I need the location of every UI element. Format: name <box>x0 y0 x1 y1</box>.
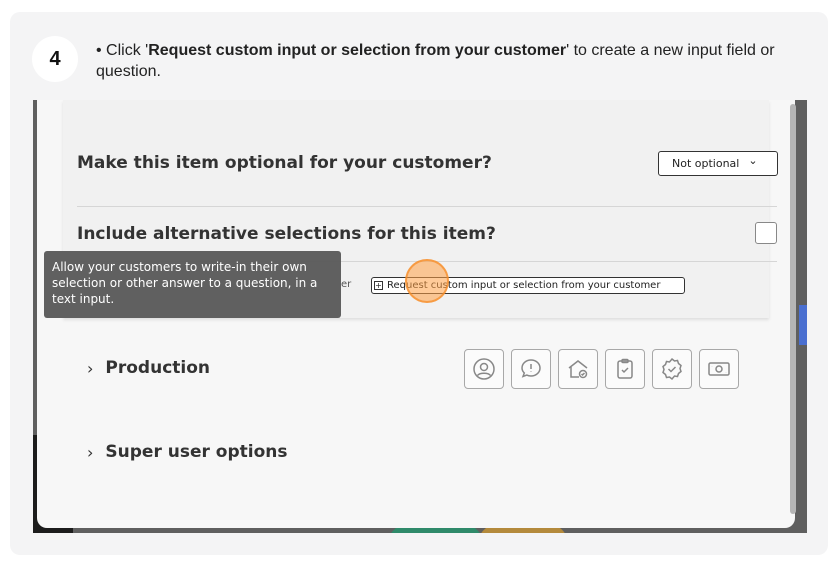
chevron-right-icon: › <box>87 358 94 378</box>
house-check-icon[interactable] <box>558 349 598 389</box>
plus-icon: + <box>374 281 383 290</box>
badge-check-icon[interactable] <box>652 349 692 389</box>
section-production[interactable]: › Production <box>87 358 210 378</box>
step-instruction: • Click 'Request custom input or selecti… <box>96 40 808 82</box>
obscured-text: er <box>341 279 352 290</box>
production-icon-row <box>464 349 739 389</box>
speech-bubble-icon[interactable] <box>511 349 551 389</box>
section-production-label: Production <box>105 358 211 378</box>
chevron-right-icon: › <box>87 442 94 462</box>
modal-panel: Make this item optional for your custome… <box>37 100 795 528</box>
screenshot-frame: Make this item optional for your custome… <box>33 100 807 533</box>
money-bill-icon[interactable] <box>699 349 739 389</box>
tooltip: Allow your customers to write-in their o… <box>44 251 341 318</box>
optional-select-value: Not optional <box>672 157 740 170</box>
instruction-bullet: • Click ' <box>96 42 149 59</box>
section-super-user-label: Super user options <box>105 442 288 462</box>
instruction-action: Request custom input or selection from y… <box>148 42 567 59</box>
section-super-user-options[interactable]: › Super user options <box>87 442 288 462</box>
alternatives-checkbox[interactable] <box>755 222 777 244</box>
scrollbar[interactable] <box>790 104 796 514</box>
divider <box>77 206 777 207</box>
click-highlight <box>405 259 449 303</box>
step-number-badge: 4 <box>32 36 78 82</box>
person-circle-icon[interactable] <box>464 349 504 389</box>
clipboard-check-icon[interactable] <box>605 349 645 389</box>
background-blue-edge <box>799 305 807 345</box>
optional-row-label: Make this item optional for your custome… <box>77 153 492 173</box>
optional-select[interactable]: Not optional ⌄ <box>658 151 778 176</box>
chevron-down-icon: ⌄ <box>748 154 758 167</box>
alternatives-row-label: Include alternative selections for this … <box>77 224 496 244</box>
